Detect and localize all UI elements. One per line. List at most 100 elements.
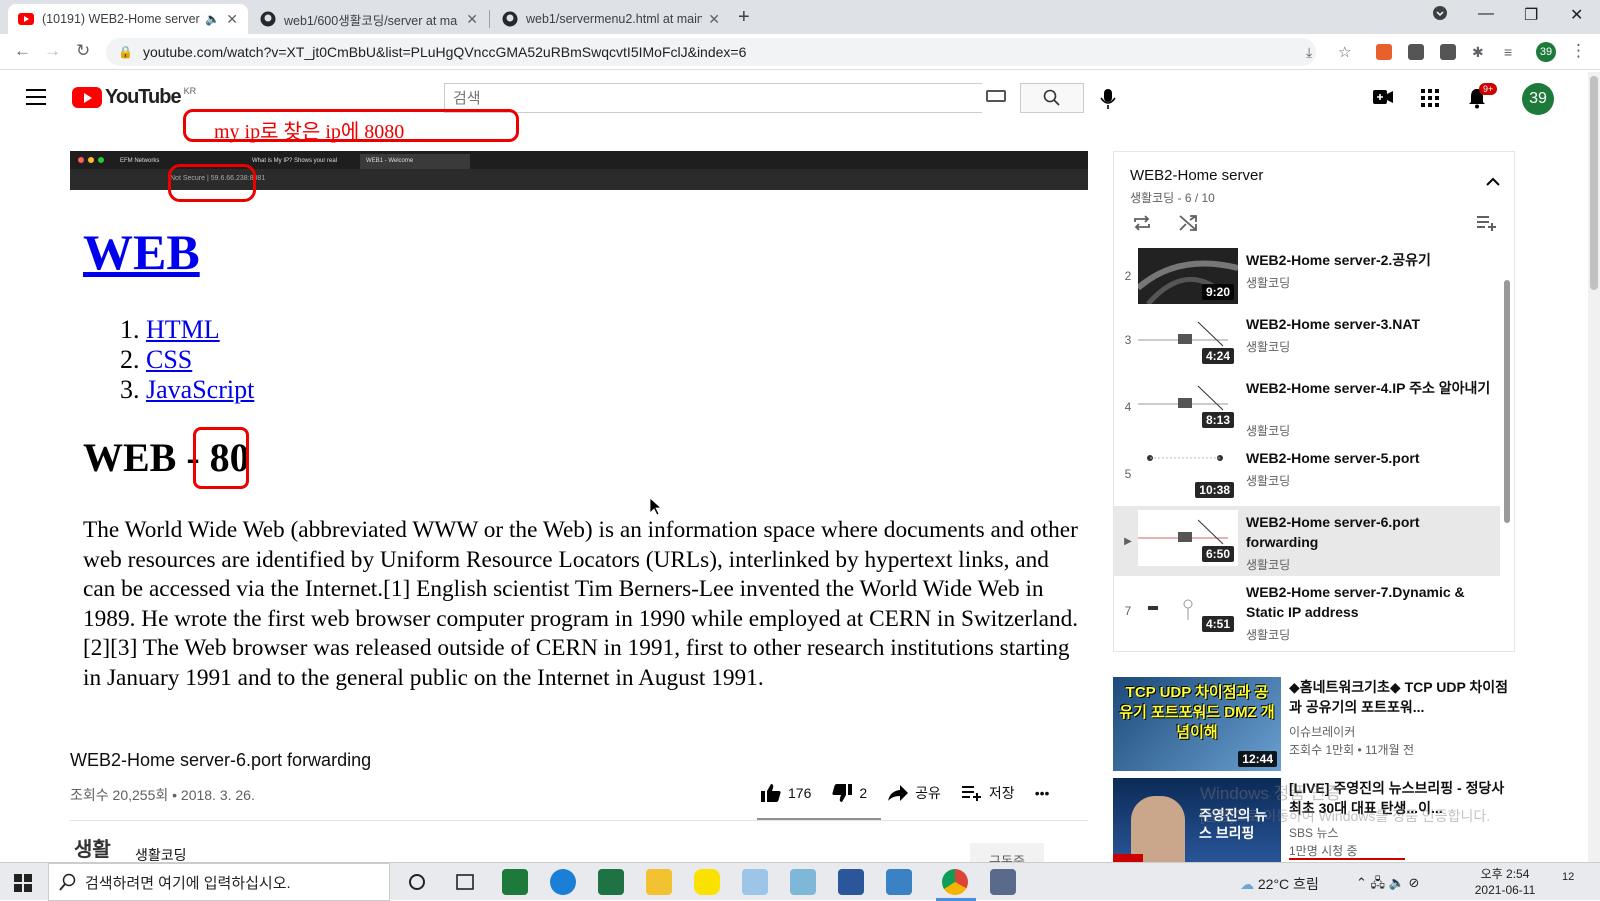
app-icon[interactable] bbox=[790, 869, 816, 895]
more-actions-button[interactable]: ••• bbox=[1035, 785, 1050, 801]
app-icon[interactable] bbox=[502, 869, 528, 895]
playlist-item[interactable]: 3 4:24 WEB2-Home server-3.NAT 생활코딩 bbox=[1114, 308, 1500, 372]
app-icon[interactable] bbox=[990, 869, 1016, 895]
playlist-add-icon[interactable] bbox=[1476, 214, 1496, 237]
tab-github-2[interactable]: web1/servermenu2.html at main ✕ bbox=[492, 4, 730, 34]
channel-avatar[interactable]: 생활 bbox=[74, 833, 111, 862]
kakaotalk-icon[interactable] bbox=[694, 869, 720, 895]
watermark-line: Windows 정품 인증 bbox=[1200, 784, 1341, 803]
weather-widget[interactable]: ☁ 22°C 흐림 bbox=[1240, 874, 1319, 894]
create-video-icon[interactable] bbox=[1373, 90, 1393, 109]
logo-text: YouTube bbox=[105, 86, 182, 108]
search-button[interactable] bbox=[1020, 83, 1084, 113]
minimize-button[interactable]: — bbox=[1478, 5, 1494, 23]
system-tray[interactable]: ⌃ 🖧 🔈 ⊘ bbox=[1356, 874, 1419, 896]
search-icon bbox=[1043, 89, 1060, 106]
install-icon[interactable]: ⤓ bbox=[1306, 44, 1312, 61]
duration-badge: 6:50 bbox=[1201, 546, 1234, 562]
taskbar-search-box[interactable]: 검색하려면 여기에 입력하십시오. bbox=[48, 863, 390, 901]
search-input[interactable] bbox=[444, 83, 982, 113]
live-progress-bar bbox=[1289, 858, 1405, 860]
apps-grid-icon[interactable] bbox=[1421, 89, 1439, 112]
annotation-label: my ip로 찾은 ip에 8080 bbox=[183, 109, 519, 143]
profile-avatar[interactable]: 39 bbox=[1536, 42, 1556, 62]
tab-search-icon[interactable] bbox=[1432, 5, 1448, 26]
playlist-items: 2 9:20 WEB2-Home server-2.공유기 생활코딩 3 4:2… bbox=[1114, 244, 1500, 646]
tab-github-1[interactable]: web1/600생활코딩/server at ma ✕ bbox=[250, 4, 488, 34]
close-tab-icon[interactable]: ✕ bbox=[708, 11, 720, 28]
tab-title: web1/600생활코딩/server at ma bbox=[284, 13, 458, 28]
edge-icon[interactable] bbox=[550, 869, 576, 895]
close-window-button[interactable]: ✕ bbox=[1570, 5, 1583, 25]
keyboard-icon[interactable] bbox=[986, 90, 1006, 102]
video-page-paragraph: The World Wide Web (abbreviated WWW or t… bbox=[83, 517, 1079, 691]
ime-icon[interactable]: ⊘ bbox=[1408, 875, 1419, 890]
save-button[interactable]: 저장 bbox=[961, 783, 1015, 803]
user-avatar[interactable]: 39 bbox=[1522, 83, 1554, 115]
thumbs-down-icon bbox=[832, 784, 853, 802]
recommended-video[interactable]: TCP UDP 차이점과 공유기 포트포워드 DMZ 개념이해 12:44 ◆홈… bbox=[1113, 677, 1583, 773]
network-icon[interactable]: 🖧 bbox=[1371, 875, 1386, 890]
youtube-logo[interactable]: YouTube KR bbox=[72, 86, 196, 109]
chrome-menu-icon[interactable]: ⋮ bbox=[1570, 41, 1587, 61]
close-dot bbox=[78, 157, 84, 163]
playlist-title[interactable]: WEB2-Home server bbox=[1130, 167, 1263, 184]
chrome-icon[interactable] bbox=[942, 869, 968, 895]
chevron-up-icon[interactable]: ⌃ bbox=[1356, 875, 1367, 890]
youtube-play-icon bbox=[72, 87, 102, 108]
bookmark-star-icon[interactable]: ☆ bbox=[1338, 43, 1351, 61]
close-tab-icon[interactable]: ✕ bbox=[226, 11, 238, 28]
chevron-up-icon[interactable] bbox=[1486, 174, 1500, 192]
tab-separator bbox=[489, 10, 490, 28]
reload-icon[interactable]: ↻ bbox=[76, 41, 90, 61]
extension-icon[interactable] bbox=[1408, 44, 1424, 60]
loop-icon[interactable] bbox=[1132, 214, 1152, 237]
forward-arrow-icon[interactable]: → bbox=[44, 41, 61, 61]
puzzle-icon[interactable]: ✱ bbox=[1472, 44, 1484, 61]
paint-icon[interactable] bbox=[742, 869, 768, 895]
menu-icon[interactable] bbox=[26, 89, 46, 105]
video-actions: 176 2 공유 저장 ••• bbox=[760, 778, 1069, 808]
windows-start-icon[interactable] bbox=[14, 874, 32, 897]
file-explorer-icon[interactable] bbox=[646, 869, 672, 895]
video-player[interactable]: EFM Networks What is My IP? Shows your r… bbox=[70, 151, 1088, 723]
extension-icon[interactable] bbox=[1440, 44, 1456, 60]
media-control-icon[interactable]: ≡ bbox=[1504, 44, 1512, 60]
shuffle-icon[interactable] bbox=[1178, 214, 1198, 237]
microphone-icon[interactable] bbox=[1100, 88, 1116, 115]
page-scrollbar-thumb[interactable] bbox=[1590, 76, 1598, 290]
dislike-button[interactable]: 2 bbox=[831, 783, 867, 803]
cortana-icon[interactable] bbox=[404, 869, 430, 895]
playlist-item-channel: 생활코딩 bbox=[1246, 628, 1291, 642]
playlist-item-title: WEB2-Home server-4.IP 주소 알아내기 bbox=[1246, 380, 1491, 396]
app-icon[interactable] bbox=[886, 869, 912, 895]
duration-badge: 10:38 bbox=[1195, 482, 1234, 498]
dislike-count: 2 bbox=[859, 785, 868, 801]
playlist-item[interactable]: 2 9:20 WEB2-Home server-2.공유기 생활코딩 bbox=[1114, 244, 1500, 308]
speaker-icon[interactable]: 🔈 bbox=[1389, 875, 1405, 890]
playlist-scrollbar[interactable] bbox=[1504, 280, 1510, 523]
task-view-icon[interactable] bbox=[452, 869, 478, 895]
tab-title: web1/servermenu2.html at main bbox=[526, 12, 703, 26]
lock-icon: 🔒 bbox=[118, 45, 133, 59]
back-arrow-icon[interactable]: ← bbox=[14, 41, 31, 61]
speaker-icon[interactable]: 🔈 bbox=[205, 12, 220, 26]
new-tab-button[interactable]: + bbox=[738, 6, 750, 29]
playlist-item[interactable]: 7 4:51 WEB2-Home server-7.Dynamic & Stat… bbox=[1114, 576, 1500, 646]
close-tab-icon[interactable]: ✕ bbox=[466, 11, 478, 28]
playlist-item[interactable]: 4 8:13 WEB2-Home server-4.IP 주소 알아내기 생활코… bbox=[1114, 372, 1500, 442]
word-icon[interactable] bbox=[838, 869, 864, 895]
notification-center-icon[interactable]: 12 bbox=[1562, 871, 1574, 883]
address-bar[interactable]: 🔒 youtube.com/watch?v=XT_jt0CmBbU&list=P… bbox=[106, 38, 1316, 66]
playlist-item-current[interactable]: ▶ 6:50 WEB2-Home server-6.port forwardin… bbox=[1114, 506, 1500, 576]
playlist-item-channel: 생활코딩 bbox=[1246, 558, 1291, 572]
tab-youtube[interactable]: (10191) WEB2-Home server 🔈 ✕ bbox=[8, 4, 248, 34]
playlist-item[interactable]: 5 10:38 WEB2-Home server-5.port 생활코딩 bbox=[1114, 442, 1500, 506]
maximize-button[interactable]: ❐ bbox=[1524, 5, 1538, 25]
clock[interactable]: 오후 2:54 2021-06-11 bbox=[1470, 866, 1540, 898]
like-button[interactable]: 176 bbox=[760, 783, 811, 803]
share-button[interactable]: 공유 bbox=[887, 783, 941, 803]
video-title: WEB2-Home server-6.port forwarding bbox=[70, 750, 372, 770]
extension-ex-icon[interactable] bbox=[1376, 44, 1392, 60]
excel-icon[interactable] bbox=[598, 869, 624, 895]
